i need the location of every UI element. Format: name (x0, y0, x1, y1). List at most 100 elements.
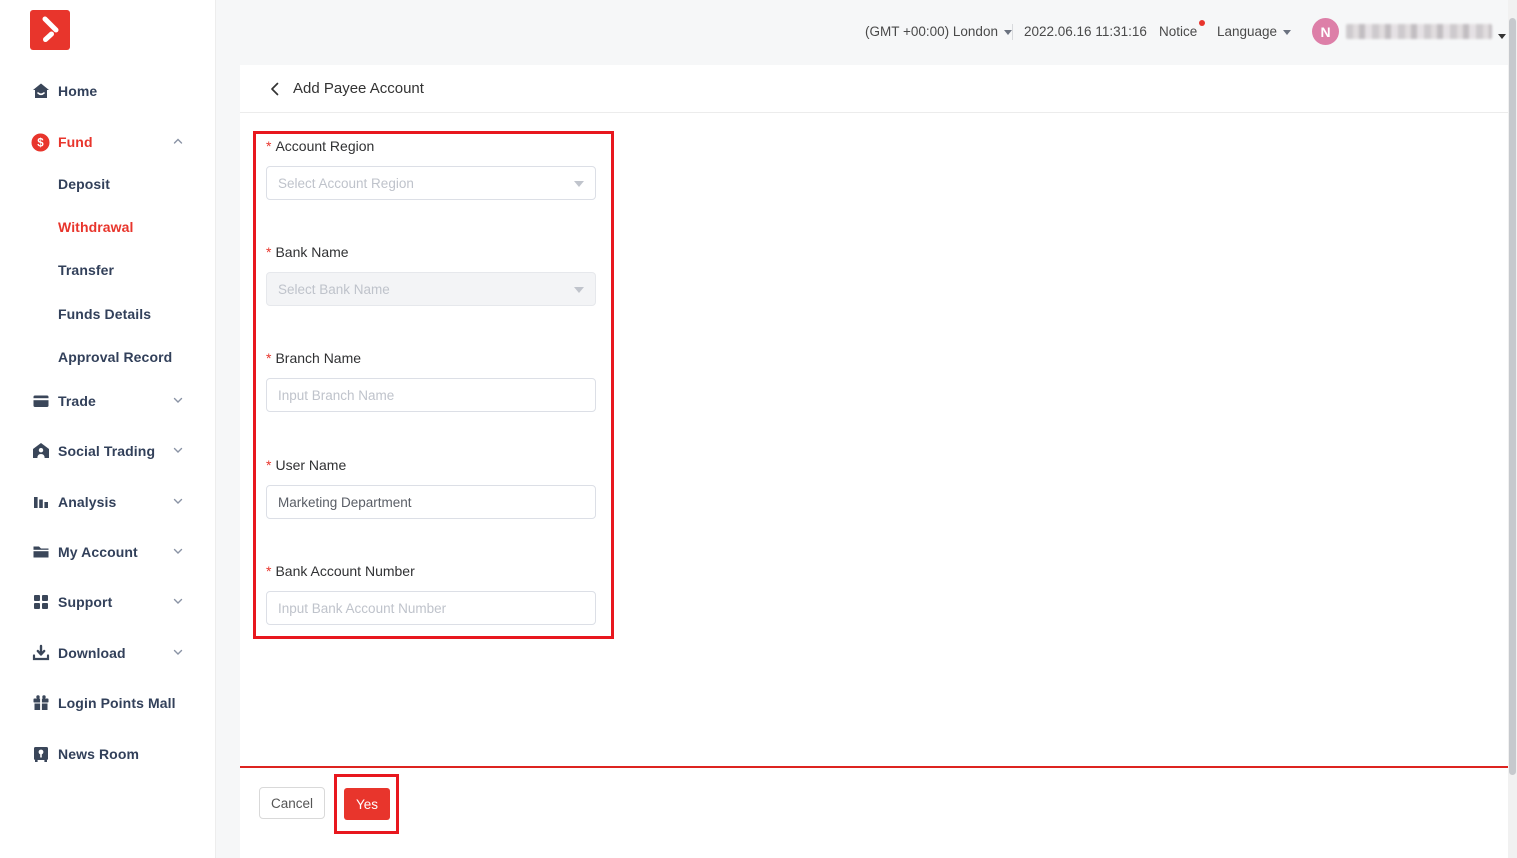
timezone-selector[interactable]: (GMT +00:00) London (865, 24, 1012, 39)
analysis-icon (31, 493, 50, 512)
sidebar-item-label: Transfer (58, 262, 114, 278)
sidebar-item-withdrawal[interactable]: Withdrawal (0, 214, 216, 240)
page-header: Add Payee Account (240, 65, 1509, 113)
download-icon (31, 644, 50, 663)
field-label: *Bank Account Number (266, 563, 596, 579)
sidebar-item-label: Deposit (58, 176, 110, 192)
sidebar-item-download[interactable]: Download (0, 640, 216, 666)
home-icon (31, 82, 50, 101)
chevron-down-icon (574, 181, 584, 187)
account-region-select[interactable]: Select Account Region (266, 166, 596, 200)
field-label: *Branch Name (266, 350, 596, 366)
my-account-icon (31, 543, 50, 562)
required-marker: * (266, 138, 271, 154)
top-header: (GMT +00:00) London 2022.06.16 11:31:16 … (216, 0, 1517, 64)
sidebar-item-label: Login Points Mall (58, 695, 176, 711)
sidebar-item-label: Home (58, 83, 97, 99)
language-label: Language (1217, 24, 1277, 39)
language-selector[interactable]: Language (1217, 24, 1291, 39)
sidebar-item-my-account[interactable]: My Account (0, 539, 216, 565)
required-marker: * (266, 563, 271, 579)
chevron-up-icon (172, 135, 186, 149)
field-account-region: *Account Region Select Account Region (266, 138, 596, 200)
branch-name-input[interactable] (266, 378, 596, 412)
brand-logo[interactable] (30, 10, 70, 50)
avatar[interactable]: N (1312, 18, 1339, 45)
field-label: *User Name (266, 457, 596, 473)
select-placeholder: Select Account Region (278, 176, 414, 191)
back-icon[interactable] (267, 81, 283, 97)
notice-badge-dot (1199, 20, 1205, 26)
chevron-down-icon (172, 444, 186, 458)
header-divider (1012, 24, 1013, 40)
chevron-down-icon (172, 646, 186, 660)
required-marker: * (266, 350, 271, 366)
logo-arrow-icon (30, 10, 70, 50)
field-branch-name: *Branch Name (266, 350, 596, 412)
sidebar-item-approval-record[interactable]: Approval Record (0, 344, 216, 370)
sidebar-item-label: News Room (58, 746, 139, 762)
field-user-name: *User Name (266, 457, 596, 519)
chevron-down-icon (574, 287, 584, 293)
sidebar-item-login-points-mall[interactable]: Login Points Mall (0, 690, 216, 716)
yes-button[interactable]: Yes (344, 788, 390, 820)
sidebar-item-label: Trade (58, 393, 96, 409)
sidebar-item-label: Support (58, 594, 112, 610)
username-redacted[interactable] (1346, 24, 1492, 39)
notice-label: Notice (1159, 24, 1197, 39)
newsroom-icon (31, 745, 50, 764)
chevron-down-icon (172, 595, 186, 609)
trade-icon (31, 392, 50, 411)
sidebar-item-label: Fund (58, 134, 93, 150)
chevron-down-icon (172, 394, 186, 408)
required-marker: * (266, 244, 271, 260)
support-icon (31, 593, 50, 612)
sidebar-item-label: Social Trading (58, 443, 155, 459)
datetime-display: 2022.06.16 11:31:16 (1024, 24, 1147, 39)
chevron-down-icon (1498, 28, 1506, 46)
notice-link[interactable]: Notice (1159, 24, 1197, 39)
sidebar-item-social-trading[interactable]: Social Trading (0, 438, 216, 464)
sidebar-item-label: My Account (58, 544, 138, 560)
sidebar-item-funds-details[interactable]: Funds Details (0, 301, 216, 327)
sidebar-item-deposit[interactable]: Deposit (0, 171, 216, 197)
field-label: *Account Region (266, 138, 596, 154)
sidebar-item-news-room[interactable]: News Room (0, 741, 216, 767)
sidebar-item-support[interactable]: Support (0, 589, 216, 615)
chevron-down-icon (1283, 30, 1291, 35)
footer-divider (240, 766, 1509, 768)
sidebar-item-label: Analysis (58, 494, 116, 510)
sidebar-item-label: Withdrawal (58, 219, 134, 235)
sidebar-item-home[interactable]: Home (0, 78, 216, 104)
sidebar: Home $ Fund Deposit Withdrawal Transfer … (0, 0, 216, 858)
cancel-button[interactable]: Cancel (259, 787, 325, 819)
sidebar-item-label: Download (58, 645, 126, 661)
sidebar-item-analysis[interactable]: Analysis (0, 489, 216, 515)
field-label: *Bank Name (266, 244, 596, 260)
sidebar-item-transfer[interactable]: Transfer (0, 257, 216, 283)
cancel-button-label: Cancel (271, 796, 313, 811)
required-marker: * (266, 457, 271, 473)
vertical-scrollbar[interactable] (1508, 0, 1517, 858)
avatar-letter: N (1320, 24, 1330, 40)
field-bank-name: *Bank Name Select Bank Name (266, 244, 596, 306)
user-name-input[interactable] (266, 485, 596, 519)
gift-icon (31, 694, 50, 713)
sidebar-item-trade[interactable]: Trade (0, 388, 216, 414)
yes-button-label: Yes (356, 797, 378, 812)
select-placeholder: Select Bank Name (278, 282, 390, 297)
chevron-down-icon (172, 545, 186, 559)
timezone-label: (GMT +00:00) London (865, 24, 998, 39)
sidebar-item-label: Approval Record (58, 349, 172, 365)
scrollbar-thumb[interactable] (1509, 18, 1516, 775)
sidebar-item-label: Funds Details (58, 306, 151, 322)
bank-name-select[interactable]: Select Bank Name (266, 272, 596, 306)
page-title: Add Payee Account (293, 80, 424, 97)
social-trading-icon (31, 442, 50, 461)
fund-icon: $ (31, 133, 50, 152)
bank-account-number-input[interactable] (266, 591, 596, 625)
svg-text:$: $ (37, 137, 44, 149)
main-panel: Add Payee Account *Account Region Select… (240, 65, 1509, 858)
sidebar-item-fund[interactable]: $ Fund (0, 129, 216, 155)
chevron-down-icon (172, 495, 186, 509)
